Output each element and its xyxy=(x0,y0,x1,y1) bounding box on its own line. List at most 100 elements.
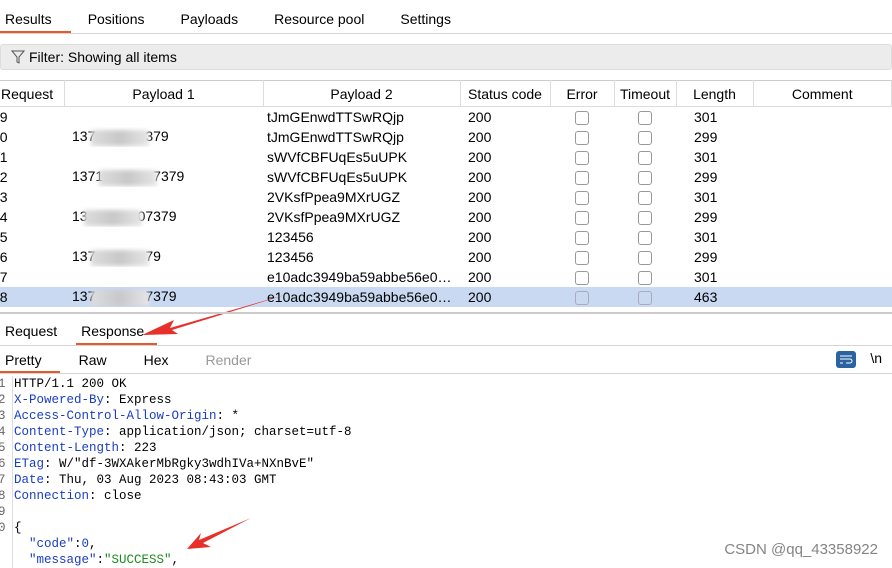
timeout-checkbox[interactable] xyxy=(638,171,652,186)
json-value: "SUCCESS" xyxy=(104,553,172,567)
table-row[interactable]: 81 sWVfCBFUqEs5uUPK 200 301 xyxy=(0,147,892,167)
error-checkbox[interactable] xyxy=(575,291,589,306)
column-header-length[interactable]: Length xyxy=(676,80,754,107)
status-cell: 200 xyxy=(468,269,492,285)
length-cell: 463 xyxy=(676,287,753,307)
subtab-hex[interactable]: Hex xyxy=(139,346,187,373)
table-row[interactable]: 881377379e10adc3949ba59abbe56e057f20f883… xyxy=(0,287,892,307)
newline-toggle[interactable]: \n xyxy=(870,350,882,366)
code-line: 1HTTP/1.1 200 OK xyxy=(0,376,892,392)
payload1-cell: 13 07379 xyxy=(64,207,263,227)
tab-request[interactable]: Request xyxy=(0,318,70,345)
line-number xyxy=(0,536,13,552)
error-cell xyxy=(550,127,614,147)
table-row[interactable]: 83 2VKsfPpea9MXrUGZ 200 301 xyxy=(0,187,892,207)
filter-text: Filter: Showing all items xyxy=(29,49,177,65)
timeout-checkbox[interactable] xyxy=(638,271,652,286)
request-cell: 87 xyxy=(0,269,8,285)
timeout-checkbox[interactable] xyxy=(638,251,652,266)
timeout-checkbox[interactable] xyxy=(638,211,652,226)
header-value: : Thu, 03 Aug 2023 08:43:03 GMT xyxy=(44,473,277,487)
timeout-checkbox[interactable] xyxy=(638,151,652,166)
line-number: 6 xyxy=(0,456,13,472)
json-comma: , xyxy=(171,553,180,567)
payload1-cell xyxy=(64,227,263,247)
error-checkbox[interactable] xyxy=(575,171,589,186)
tab-response[interactable]: Response xyxy=(76,318,158,345)
line-content: Content-Length: 223 xyxy=(13,440,157,456)
main-tabs: Results Positions Payloads Resource pool Set… xyxy=(0,6,892,34)
error-checkbox[interactable] xyxy=(575,111,589,126)
header-value: : * xyxy=(216,409,240,423)
column-header-error[interactable]: Error xyxy=(550,80,615,107)
payload1-cell xyxy=(64,187,263,207)
status-cell: 200 xyxy=(468,109,492,125)
tab-positions[interactable]: Positions xyxy=(83,6,164,33)
column-header-status-code[interactable]: Status code xyxy=(460,80,551,107)
payload2-cell: 2VKsfPpea9MXrUGZ xyxy=(267,209,401,225)
request-cell: 83 xyxy=(0,189,8,205)
redacted-blur xyxy=(91,129,150,146)
table-row[interactable]: 85 123456 200 301 xyxy=(0,227,892,247)
timeout-cell xyxy=(614,187,676,207)
tab-resource-pool[interactable]: Resource pool xyxy=(269,6,383,33)
error-checkbox[interactable] xyxy=(575,211,589,226)
timeout-checkbox[interactable] xyxy=(638,111,652,126)
annotation-arrow xyxy=(187,518,251,549)
json-comma: , xyxy=(89,537,97,551)
line-content: ETag: W/"df-3WXAkerMbRgky3wdhIVa+NXnBvE" xyxy=(13,456,314,472)
payload2-cell: e10adc3949ba59abbe56e057f20f883e xyxy=(267,269,460,285)
json-colon: : xyxy=(96,553,105,567)
line-content: { xyxy=(13,520,22,536)
table-row[interactable]: 80 137379tJmGEnwdTTSwRQjp 200 299 xyxy=(0,127,892,147)
line-number: 9 xyxy=(0,504,13,520)
timeout-cell xyxy=(614,127,676,147)
redacted-blur xyxy=(91,249,150,266)
column-header-comment[interactable]: Comment xyxy=(753,80,892,107)
line-number: 0 xyxy=(0,520,13,536)
subtab-render[interactable]: Render xyxy=(201,346,270,373)
response-editor[interactable]: 1HTTP/1.1 200 OK2X-Powered-By: Express3A… xyxy=(0,376,892,568)
column-header-payload-1[interactable]: Payload 1 xyxy=(64,80,264,107)
error-checkbox[interactable] xyxy=(575,271,589,286)
column-header-timeout[interactable]: Timeout xyxy=(614,80,677,107)
table-row[interactable]: 79 tJmGEnwdTTSwRQjp 200 301 xyxy=(0,107,892,128)
table-row[interactable]: 86 13779123456 200 299 xyxy=(0,247,892,267)
word-wrap-icon[interactable] xyxy=(836,351,856,368)
payload1-suffix: 7379 xyxy=(153,168,185,185)
header-name: Connection xyxy=(14,489,90,503)
payload2-cell: 123456 xyxy=(267,249,314,265)
payload1-cell: 137 379 xyxy=(64,127,263,147)
code-line: 7Date: Thu, 03 Aug 2023 08:43:03 GMT xyxy=(0,472,892,488)
comment-cell xyxy=(753,187,892,207)
timeout-checkbox[interactable] xyxy=(638,191,652,206)
column-header-payload-2[interactable]: Payload 2 xyxy=(263,80,461,107)
error-checkbox[interactable] xyxy=(575,231,589,246)
tab-results[interactable]: Results xyxy=(0,6,71,33)
line-content xyxy=(13,504,14,520)
timeout-checkbox[interactable] xyxy=(638,231,652,246)
code-line: 2X-Powered-By: Express xyxy=(0,392,892,408)
line-content: Content-Type: application/json; charset=… xyxy=(13,424,352,440)
error-checkbox[interactable] xyxy=(575,131,589,146)
filter-bar[interactable]: Filter: Showing all items xyxy=(0,44,892,70)
table-row[interactable]: 82 13717379sWVfCBFUqEs5uUPK 200 299 xyxy=(0,167,892,187)
error-checkbox[interactable] xyxy=(575,151,589,166)
error-checkbox[interactable] xyxy=(575,191,589,206)
timeout-checkbox[interactable] xyxy=(638,291,652,306)
tab-payloads[interactable]: Payloads xyxy=(176,6,258,33)
status-cell: 200 xyxy=(468,149,492,165)
error-checkbox[interactable] xyxy=(575,251,589,266)
comment-cell xyxy=(753,267,892,287)
table-row[interactable]: 84 13073792VKsfPpea9MXrUGZ 200 299 xyxy=(0,207,892,227)
json-colon: : xyxy=(74,537,82,551)
subtab-raw[interactable]: Raw xyxy=(74,346,125,373)
payload1-cell: 1371 7379 xyxy=(64,167,263,187)
table-row[interactable]: 87 e10adc3949ba59abbe56e057f20f883e 200 301 xyxy=(0,267,892,287)
status-cell: 200 xyxy=(460,287,550,307)
comment-cell xyxy=(753,107,892,128)
tab-settings[interactable]: Settings xyxy=(395,6,470,33)
column-header-request[interactable]: Request xyxy=(0,80,65,107)
timeout-checkbox[interactable] xyxy=(638,131,652,146)
subtab-pretty[interactable]: Pretty xyxy=(0,346,60,373)
